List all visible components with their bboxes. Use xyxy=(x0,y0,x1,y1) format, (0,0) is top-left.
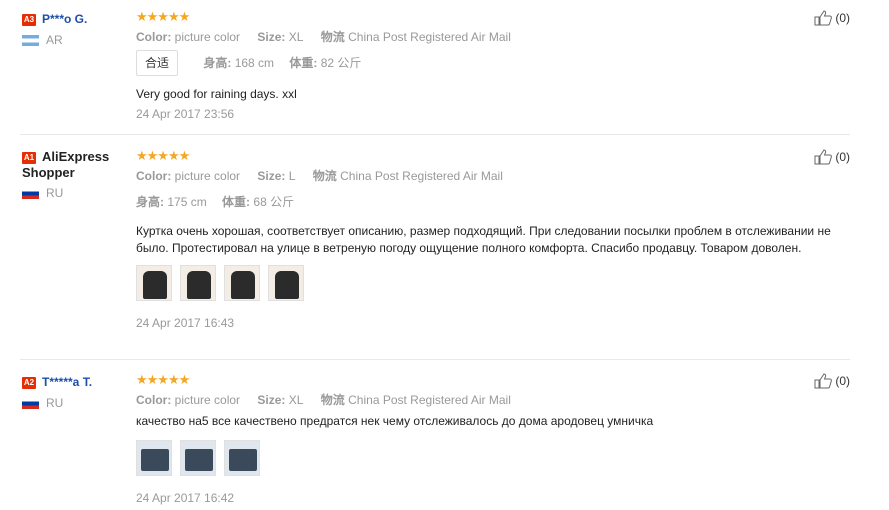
helpful-count: (0) xyxy=(835,150,850,164)
weight-label: 体重: xyxy=(289,56,318,70)
size-label: Size: xyxy=(257,169,286,183)
weight-value: 68 公斤 xyxy=(253,195,295,209)
body-info: 身高: 175 cm 体重: 68 公斤 xyxy=(136,193,836,211)
rating-stars: ★★★★★ xyxy=(136,372,190,387)
buyer-level-badge: A3 xyxy=(22,14,36,26)
shipping-value: China Post Registered Air Mail xyxy=(348,30,511,44)
argentina-flag-icon xyxy=(22,34,39,46)
shipping-label: 物流 xyxy=(312,169,337,183)
review-photos xyxy=(136,440,836,476)
thumbs-up-icon xyxy=(814,10,833,26)
size-value: L xyxy=(288,169,296,183)
review-photos xyxy=(136,265,836,301)
reviewer-info: A1 AliExpress Shopper RU xyxy=(22,149,130,201)
body-info: 合适 身高: 168 cm 体重: 82 公斤 xyxy=(136,50,836,76)
review-date: 24 Apr 2017 23:56 xyxy=(136,107,235,121)
helpful-button[interactable]: (0) xyxy=(814,10,850,26)
country-code: AR xyxy=(46,33,63,47)
reviewer-country: AR xyxy=(22,32,130,48)
size-value: XL xyxy=(288,393,304,407)
size-label: Size: xyxy=(257,30,286,44)
thumbs-up-icon xyxy=(814,373,833,389)
review-photo[interactable] xyxy=(268,265,304,301)
review-photo[interactable] xyxy=(180,265,216,301)
country-code: RU xyxy=(46,396,64,410)
height-label: 身高: xyxy=(203,56,232,70)
color-label: Color: xyxy=(136,393,172,407)
reviewer-country: RU xyxy=(22,395,130,411)
color-value: picture color xyxy=(174,393,241,407)
helpful-button[interactable]: (0) xyxy=(814,373,850,389)
order-attributes: Color: picture color Size: L 物流 China Po… xyxy=(136,167,836,185)
review-date: 24 Apr 2017 16:42 xyxy=(136,491,235,505)
rating-stars: ★★★★★ xyxy=(136,9,190,24)
color-label: Color: xyxy=(136,30,172,44)
review-body: ★★★★★ Color: picture color Size: XL 物流 C… xyxy=(136,10,836,122)
color-value: picture color xyxy=(174,169,241,183)
review-body: ★★★★★ Color: picture color Size: XL 物流 C… xyxy=(136,373,836,506)
buyer-level-badge: A1 xyxy=(22,152,36,164)
review-date: 24 Apr 2017 16:43 xyxy=(136,316,235,330)
review-photo[interactable] xyxy=(180,440,216,476)
reviewer-name[interactable]: P***o G. xyxy=(42,12,87,26)
review-text: Very good for raining days. xxl xyxy=(136,87,297,101)
buyer-level-badge: A2 xyxy=(22,377,36,389)
helpful-count: (0) xyxy=(835,374,850,388)
order-attributes: Color: picture color Size: XL 物流 China P… xyxy=(136,28,836,46)
shipping-label: 物流 xyxy=(320,30,345,44)
color-value: picture color xyxy=(174,30,241,44)
weight-label: 体重: xyxy=(222,195,251,209)
review-text: Куртка очень хорошая, соответствует опис… xyxy=(136,224,831,255)
helpful-button[interactable]: (0) xyxy=(814,149,850,165)
thumbs-up-icon xyxy=(814,149,833,165)
height-label: 身高: xyxy=(136,195,164,209)
size-value: XL xyxy=(288,30,304,44)
order-attributes: Color: picture color Size: XL 物流 China P… xyxy=(136,391,836,409)
size-label: Size: xyxy=(257,393,286,407)
review-body: ★★★★★ Color: picture color Size: L 物流 Ch… xyxy=(136,149,836,331)
height-value: 175 cm xyxy=(167,195,207,209)
rating-stars: ★★★★★ xyxy=(136,148,190,163)
russia-flag-icon xyxy=(22,397,39,409)
review-photo[interactable] xyxy=(224,265,260,301)
height-value: 168 cm xyxy=(234,56,275,70)
divider xyxy=(20,359,850,360)
country-code: RU xyxy=(46,186,64,200)
divider xyxy=(20,134,850,135)
shipping-value: China Post Registered Air Mail xyxy=(340,169,503,183)
review-photo[interactable] xyxy=(224,440,260,476)
reviewer-country: RU xyxy=(22,185,130,201)
color-label: Color: xyxy=(136,169,172,183)
shipping-value: China Post Registered Air Mail xyxy=(348,393,511,407)
reviewer-info: A2 T*****a T. RU xyxy=(22,373,130,411)
review-text: качество на5 все качествено предратся не… xyxy=(136,414,654,428)
review-photo[interactable] xyxy=(136,265,172,301)
review-photo[interactable] xyxy=(136,440,172,476)
reviewer-info: A3 P***o G. AR xyxy=(22,10,130,48)
helpful-count: (0) xyxy=(835,11,850,25)
russia-flag-icon xyxy=(22,187,39,199)
weight-value: 82 公斤 xyxy=(320,56,362,70)
shipping-label: 物流 xyxy=(320,393,345,407)
reviewer-name[interactable]: T*****a T. xyxy=(42,375,92,389)
fit-badge: 合适 xyxy=(136,50,179,76)
